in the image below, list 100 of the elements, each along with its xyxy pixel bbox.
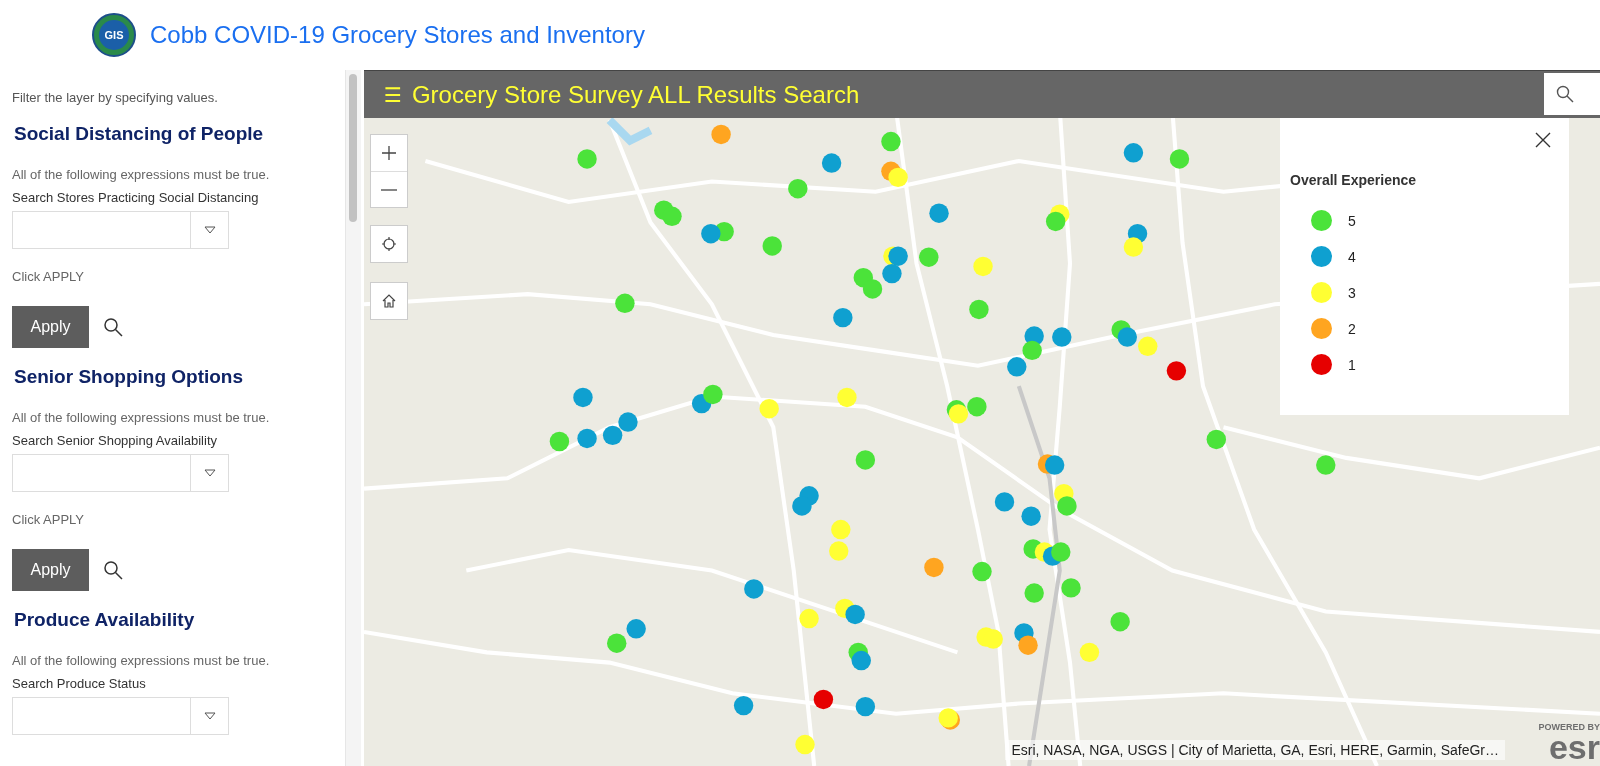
search-icon[interactable] bbox=[103, 317, 123, 337]
map-marker[interactable] bbox=[882, 263, 902, 284]
apply-button[interactable]: Apply bbox=[12, 306, 89, 348]
map-marker[interactable] bbox=[799, 608, 819, 629]
scrollbar[interactable] bbox=[345, 70, 361, 766]
map-marker[interactable] bbox=[662, 206, 682, 226]
map-marker[interactable] bbox=[924, 557, 944, 578]
search-icon[interactable] bbox=[103, 560, 123, 580]
legend-label: 1 bbox=[1348, 356, 1356, 373]
map-marker[interactable] bbox=[831, 519, 851, 540]
field-label: Search Stores Practicing Social Distancing bbox=[12, 190, 260, 205]
map-marker[interactable] bbox=[919, 247, 939, 267]
field-label: Search Produce Status bbox=[12, 676, 147, 691]
hint-text: All of the following expressions must be true. bbox=[12, 167, 271, 182]
dropdown-field[interactable] bbox=[12, 454, 229, 492]
map-marker[interactable] bbox=[972, 561, 992, 582]
legend-label: 3 bbox=[1348, 284, 1356, 301]
map-marker[interactable] bbox=[1169, 149, 1190, 169]
close-icon bbox=[1533, 130, 1553, 150]
map-marker[interactable] bbox=[1061, 578, 1081, 598]
map-marker[interactable] bbox=[1018, 635, 1038, 655]
map-marker[interactable] bbox=[744, 579, 764, 599]
crosshair-icon bbox=[381, 236, 397, 252]
map-marker[interactable] bbox=[967, 396, 987, 417]
map-marker[interactable] bbox=[1079, 642, 1100, 663]
legend-label: 4 bbox=[1348, 248, 1356, 265]
map[interactable]: ☰ Grocery Store Survey ALL Results Search Overall Experience 5 4 3 2 1 Esri, NASA, NGA, USGS | City of Marietta, GA, Esri, HERE, Garmin, SafeGr… POWERED BY esr bbox=[364, 70, 1600, 766]
map-marker[interactable] bbox=[792, 496, 812, 516]
map-marker[interactable] bbox=[703, 384, 723, 405]
section-heading: Social Distancing of People bbox=[14, 123, 265, 145]
map-marker[interactable] bbox=[618, 412, 638, 432]
map-marker[interactable] bbox=[1117, 327, 1137, 347]
map-marker[interactable] bbox=[829, 541, 849, 561]
attribution-text: Esri, NASA, NGA, USGS | City of Marietta, GA, Esri, HERE, Garmin, SafeGr… bbox=[1005, 740, 1505, 760]
scrollbar-thumb[interactable] bbox=[349, 74, 357, 222]
dropdown-field[interactable] bbox=[12, 211, 229, 249]
map-marker[interactable] bbox=[711, 124, 731, 145]
map-marker[interactable] bbox=[1316, 455, 1336, 475]
map-marker[interactable] bbox=[994, 492, 1015, 512]
map-marker[interactable] bbox=[813, 689, 834, 710]
map-marker[interactable] bbox=[577, 149, 597, 169]
map-marker[interactable] bbox=[983, 629, 1003, 649]
map-marker[interactable] bbox=[845, 604, 865, 625]
map-marker[interactable] bbox=[888, 167, 908, 188]
map-marker[interactable] bbox=[1024, 583, 1044, 603]
map-marker[interactable] bbox=[762, 236, 782, 256]
legend-title: Overall Experience bbox=[1290, 172, 1418, 188]
map-marker[interactable] bbox=[973, 256, 993, 277]
map-marker[interactable] bbox=[733, 695, 754, 716]
map-marker[interactable] bbox=[626, 619, 646, 639]
map-marker[interactable] bbox=[615, 293, 635, 314]
map-marker[interactable] bbox=[1045, 211, 1066, 232]
map-marker[interactable] bbox=[1138, 336, 1158, 356]
map-marker[interactable] bbox=[855, 450, 876, 470]
map-marker[interactable] bbox=[862, 279, 883, 299]
section-heading: Produce Availability bbox=[14, 609, 196, 631]
menu-button[interactable]: ☰ bbox=[384, 82, 402, 107]
gis-logo: GIS bbox=[92, 13, 136, 57]
map-marker[interactable] bbox=[1123, 237, 1144, 257]
map-marker[interactable] bbox=[1123, 143, 1144, 163]
map-marker[interactable] bbox=[969, 299, 989, 320]
caret-icon bbox=[203, 226, 216, 234]
map-marker[interactable] bbox=[1052, 327, 1072, 347]
map-marker[interactable] bbox=[1166, 361, 1187, 381]
apply-button[interactable]: Apply bbox=[12, 549, 89, 591]
map-marker[interactable] bbox=[1051, 542, 1071, 562]
map-marker[interactable] bbox=[759, 399, 779, 419]
map-marker[interactable] bbox=[851, 650, 871, 671]
field-label: Search Senior Shopping Availability bbox=[12, 433, 218, 448]
map-marker[interactable] bbox=[855, 696, 876, 717]
map-marker[interactable] bbox=[833, 307, 853, 328]
map-marker[interactable] bbox=[788, 178, 808, 199]
map-marker[interactable] bbox=[821, 153, 842, 173]
map-marker[interactable] bbox=[1044, 455, 1065, 475]
map-marker[interactable] bbox=[602, 425, 623, 446]
map-marker[interactable] bbox=[929, 203, 949, 223]
map-marker[interactable] bbox=[1021, 506, 1041, 526]
map-marker[interactable] bbox=[573, 387, 593, 408]
map-marker[interactable] bbox=[701, 223, 721, 244]
map-marker[interactable] bbox=[938, 708, 958, 728]
map-marker[interactable] bbox=[948, 404, 969, 424]
map-marker[interactable] bbox=[577, 428, 597, 449]
map-marker[interactable] bbox=[549, 431, 570, 452]
map-marker[interactable] bbox=[607, 633, 627, 653]
search-button[interactable] bbox=[1544, 73, 1600, 115]
map-marker[interactable] bbox=[1110, 611, 1130, 632]
map-marker[interactable] bbox=[795, 734, 815, 755]
map-marker[interactable] bbox=[1007, 357, 1027, 377]
search-icon bbox=[1556, 85, 1574, 103]
caret-icon bbox=[203, 712, 216, 720]
map-marker[interactable] bbox=[837, 387, 857, 408]
caret-icon bbox=[203, 469, 216, 477]
map-marker[interactable] bbox=[888, 246, 908, 266]
esri-logo: esr bbox=[1548, 732, 1600, 762]
dropdown-field[interactable] bbox=[12, 697, 229, 735]
map-marker[interactable] bbox=[1206, 429, 1227, 450]
map-marker[interactable] bbox=[1057, 496, 1077, 516]
close-button[interactable] bbox=[1533, 130, 1553, 150]
map-marker[interactable] bbox=[881, 131, 901, 152]
map-marker[interactable] bbox=[1022, 340, 1042, 361]
